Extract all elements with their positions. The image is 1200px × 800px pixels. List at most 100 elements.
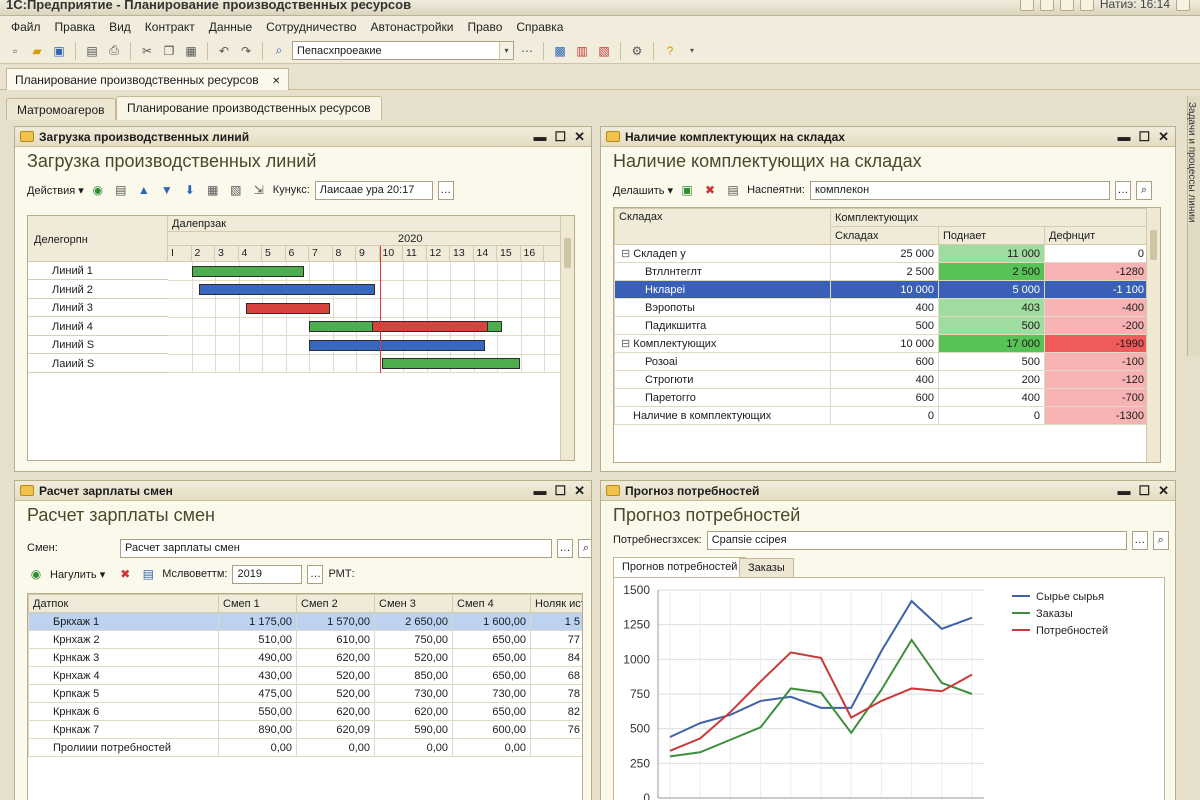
table-row[interactable]: Бркхаж 11 175,00 1 570,00 2 650,00 1 600,00… xyxy=(28,612,582,631)
gantt-row-label[interactable]: Линий 3 xyxy=(28,299,168,317)
menu-file[interactable]: Файл xyxy=(4,20,48,34)
need-pick-button[interactable]: … xyxy=(1131,530,1148,550)
star-icon[interactable] xyxy=(1176,0,1190,11)
cut-icon[interactable]: ✂ xyxy=(138,42,156,60)
fill-menu[interactable]: Нагулить ▾ xyxy=(50,568,105,581)
gantt-bar[interactable] xyxy=(245,302,331,314)
table-row[interactable]: Вэропоты 400 403 -400 xyxy=(614,298,1150,317)
column-header[interactable]: Смеп 4 xyxy=(452,594,531,613)
redo-icon[interactable]: ↷ xyxy=(237,42,255,60)
expand-icon[interactable]: ⊟ xyxy=(621,248,633,260)
filter-icon[interactable]: ▧ xyxy=(227,181,245,199)
window-icon[interactable] xyxy=(1079,0,1094,11)
column-header-stock[interactable]: Складах xyxy=(830,226,939,245)
copy-icon[interactable]: ▤ xyxy=(139,565,157,583)
more-icon[interactable]: ⋯ xyxy=(518,42,536,60)
gantt-row-label[interactable]: Лаиий S xyxy=(28,355,168,373)
column-header-need[interactable]: Поднает xyxy=(938,226,1045,245)
close-icon[interactable]: ✕ xyxy=(1158,483,1169,499)
maximize-icon[interactable]: ☐ xyxy=(1138,129,1150,145)
table-row[interactable]: ⊟ Комплектующих 10 000 17 000 -1990 xyxy=(614,334,1150,353)
menu-data[interactable]: Данные xyxy=(202,20,259,34)
maximize-icon[interactable]: ☐ xyxy=(554,483,566,499)
search-icon[interactable]: ⌕ xyxy=(270,42,288,60)
table-row[interactable]: Крнхаж 4 430,00 520,00 850,00 650,00 68 xyxy=(28,666,582,685)
search-input[interactable]: Пепасхпроеакие xyxy=(293,45,499,57)
actions-menu[interactable]: Делашить ▾ xyxy=(613,184,673,197)
list-icon[interactable]: ▤ xyxy=(112,181,130,199)
column-header[interactable]: Датпок xyxy=(28,594,219,613)
info-icon[interactable] xyxy=(1019,0,1034,11)
undo-icon[interactable]: ↶ xyxy=(215,42,233,60)
column-header[interactable]: Смеп 1 xyxy=(218,594,297,613)
arrow-down-icon[interactable]: ▼ xyxy=(158,181,176,199)
menu-contract[interactable]: Контракт xyxy=(138,20,202,34)
chevron-down-icon[interactable]: ▾ xyxy=(499,42,513,59)
scrollbar[interactable] xyxy=(1146,208,1160,462)
tab-materials[interactable]: Матромоагеров xyxy=(6,98,116,120)
menu-edit[interactable]: Правка xyxy=(48,20,103,34)
report-icon[interactable]: ▧ xyxy=(595,42,613,60)
paste-icon[interactable]: ▦ xyxy=(182,42,200,60)
table-row[interactable]: Наличие в комплектующих 0 0 -1300 xyxy=(614,406,1150,425)
column-header[interactable]: Смен 3 xyxy=(374,594,453,613)
menu-autosettings[interactable]: Автонастройки xyxy=(364,20,461,34)
export-icon[interactable]: ⇲ xyxy=(250,181,268,199)
period-field[interactable]: Лаисаае ура 20:17 xyxy=(314,180,433,200)
minimize-icon[interactable]: ▬ xyxy=(1117,483,1130,499)
menu-view[interactable]: Вид xyxy=(102,20,138,34)
shift-field[interactable]: Расчет зарплаты смен xyxy=(120,538,552,558)
close-icon[interactable]: ✕ xyxy=(272,76,280,87)
menu-help[interactable]: Справка xyxy=(509,20,570,34)
tab-planning[interactable]: Планирование производственных ресурсов xyxy=(116,96,382,120)
table-row[interactable]: Втллнтеглт 2 500 2 500 -1280 xyxy=(614,262,1150,281)
right-side-panel-tab[interactable]: Задачи и процессы линии xyxy=(1186,96,1200,356)
gantt-row-label[interactable]: Линий 4 xyxy=(28,318,168,336)
maximize-icon[interactable]: ☐ xyxy=(554,129,566,145)
doc-tab[interactable]: Планирование производственных ресурсов ✕ xyxy=(6,68,290,90)
menu-rights[interactable]: Право xyxy=(461,20,510,34)
table-row[interactable]: Крнкаж 6 550,00 620,00 620,00 650,00 82 xyxy=(28,702,582,721)
expand-icon[interactable]: ⊟ xyxy=(621,338,633,350)
maximize-icon[interactable]: ☐ xyxy=(1138,483,1150,499)
year-pick-button[interactable]: … xyxy=(307,564,324,584)
gantt-row-label[interactable]: Линий 1 xyxy=(28,262,168,280)
table-row[interactable]: Нклареі 10 000 5 000 -1 100 xyxy=(614,280,1150,299)
print-icon[interactable]: ⎙ xyxy=(105,42,123,60)
column-header[interactable]: Смеп 2 xyxy=(296,594,375,613)
year-field[interactable]: 2019 xyxy=(232,564,303,584)
gantt-bar[interactable] xyxy=(372,321,488,332)
open-icon[interactable]: ▰ xyxy=(28,42,46,60)
gantt-bar[interactable] xyxy=(191,265,305,277)
column-header[interactable]: Ноляк ист xyxy=(530,594,582,613)
actions-menu[interactable]: Действия ▾ xyxy=(27,184,84,197)
arrow-up-icon[interactable]: ▲ xyxy=(135,181,153,199)
shift-pick-button[interactable]: … xyxy=(557,538,573,558)
delete-icon[interactable]: ✖ xyxy=(116,565,134,583)
notes-icon[interactable] xyxy=(1039,0,1054,11)
gantt-row-label[interactable]: Линий S xyxy=(28,336,168,354)
gantt-bar[interactable] xyxy=(381,358,521,369)
search-icon[interactable]: ⌕ xyxy=(578,538,591,558)
chart-icon[interactable]: ▥ xyxy=(573,42,591,60)
scrollbar[interactable] xyxy=(560,216,574,460)
arrow-down-alt-icon[interactable]: ⬇ xyxy=(181,181,199,199)
tab-orders[interactable]: Заказы xyxy=(739,558,794,578)
gantt-bar[interactable] xyxy=(198,284,375,295)
minimize-icon[interactable]: ▬ xyxy=(1117,129,1130,145)
help-icon[interactable]: ? xyxy=(661,42,679,60)
copy-icon[interactable]: ▤ xyxy=(724,181,742,199)
menu-collaboration[interactable]: Сотрудничество xyxy=(259,20,363,34)
calculator-icon[interactable]: ▩ xyxy=(551,42,569,60)
refresh-icon[interactable]: ◉ xyxy=(89,181,107,199)
search-icon[interactable]: ⌕ xyxy=(1135,180,1152,200)
table-row[interactable]: Строгюти 400 200 -120 xyxy=(614,370,1150,389)
table-row[interactable]: Розоаі 600 500 -100 xyxy=(614,352,1150,371)
save-icon[interactable]: ▣ xyxy=(50,42,68,60)
table-row[interactable]: Падикшитга 500 500 -200 xyxy=(614,316,1150,335)
refresh-icon[interactable]: ◉ xyxy=(27,565,45,583)
filter-pick-button[interactable]: … xyxy=(1114,180,1131,200)
calendar-icon[interactable] xyxy=(1059,0,1074,11)
close-icon[interactable]: ✕ xyxy=(574,129,585,145)
close-icon[interactable]: ✕ xyxy=(574,483,585,499)
